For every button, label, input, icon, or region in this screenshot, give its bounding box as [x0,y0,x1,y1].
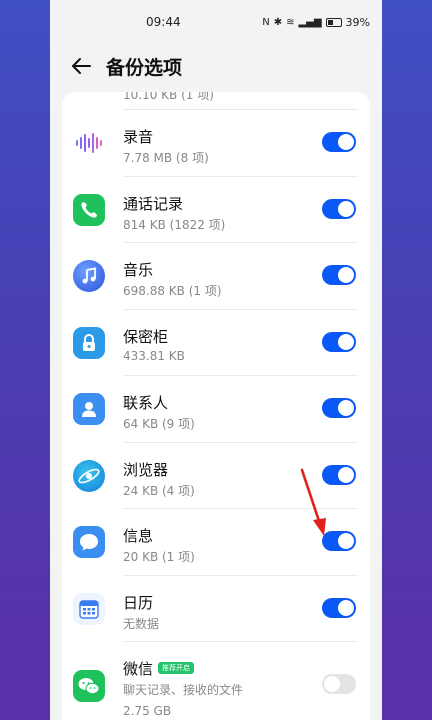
browser-icon [73,459,105,492]
item-size: 7.78 MB (8 项) [123,151,209,165]
item-size: 24 KB (4 项) [123,483,195,498]
messages-icon [73,526,105,558]
backup-toggle-voice-recorder[interactable] [322,132,356,152]
item-name: 通话记录 [123,194,184,213]
status-time: 09:44 [146,15,181,29]
battery-icon [325,17,342,27]
battery-percent: 39% [345,15,370,29]
list-item-music[interactable]: 音乐 698.88 KB (1 项) [62,243,370,310]
item-name: 保密柜 [123,327,169,346]
toggle-knob [338,599,354,616]
item-size: 433.81 KB [123,348,185,363]
item-description: 聊天记录、接收的文件 [123,683,244,697]
safe-lock-icon [73,326,105,359]
item-size: 814 KB (1822 项) [123,217,226,232]
toggle-knob [338,333,354,350]
list-item-messages[interactable]: 信息 20 KB (1 项) [62,509,370,576]
item-size: 无数据 [123,616,160,631]
backup-toggle-calendar[interactable] [322,597,356,618]
item-size: 2.75 GB [123,704,172,718]
item-name: 录音 [123,128,154,146]
item-name: 浏览器 [123,460,169,479]
bluetooth-icon: ✱ [273,16,283,28]
toggle-knob [324,676,340,692]
recommend-badge: 推荐开启 [158,661,195,674]
backup-options-list: 10.10 KB (1 项) 录音 7.78 MB (8 项) 通话记录 814… [62,92,370,720]
toggle-knob [338,533,354,549]
music-icon [73,260,105,292]
toggle-knob [338,267,354,283]
wechat-name: 微信 [123,660,154,678]
list-item-call-log[interactable]: 通话记录 814 KB (1822 项) [62,177,370,243]
item-name: 信息 [123,527,154,545]
list-item-partial: 10.10 KB (1 项) [62,92,370,110]
item-name: 日历 [123,593,154,612]
partial-item-size: 10.10 KB (1 项) [123,92,214,102]
status-bar: 09:44 N ✱ ≋ ▂▄▆ 39% [50,0,382,44]
backup-toggle-contacts[interactable] [322,398,356,418]
item-size: 64 KB (9 项) [123,417,195,431]
backup-toggle-messages[interactable] [322,531,356,551]
list-item-browser[interactable]: 浏览器 24 KB (4 项) [62,443,370,509]
item-name: 音乐 [123,261,154,279]
list-item-safe[interactable]: 保密柜 433.81 KB [62,310,370,376]
item-name: 微信 推荐开启 [123,658,195,679]
voice-recorder-icon [73,127,105,159]
list-item-contacts[interactable]: 联系人 64 KB (9 项) [62,376,370,443]
list-item-voice-recorder[interactable]: 录音 7.78 MB (8 项) [62,110,370,177]
list-item-calendar[interactable]: 日历 无数据 [62,576,370,642]
backup-toggle-music[interactable] [322,265,356,285]
item-size: 20 KB (1 项) [123,550,195,564]
nfc-icon: N [262,16,270,28]
signal-icon: ▂▄▆ [298,16,322,28]
backup-toggle-safe[interactable] [322,331,356,352]
item-name: 联系人 [123,394,169,412]
backup-toggle-wechat[interactable] [322,674,356,694]
header: 备份选项 [50,44,382,88]
backup-toggle-browser[interactable] [322,464,356,485]
page-title: 备份选项 [106,56,183,79]
wechat-icon [73,670,105,702]
contacts-icon [73,393,105,425]
back-arrow-icon[interactable] [70,55,92,77]
status-icons: N ✱ ≋ ▂▄▆ 39% [262,16,370,29]
toggle-knob [338,466,354,483]
phone-screen: 09:44 N ✱ ≋ ▂▄▆ 39% 备份选项 10.10 KB (1 项) [50,0,382,720]
toggle-knob [338,400,354,416]
list-item-wechat[interactable]: 微信 推荐开启 聊天记录、接收的文件 2.75 GB [62,642,370,720]
item-size: 698.88 KB (1 项) [123,284,222,298]
wifi-icon: ≋ [286,16,295,28]
calendar-icon [73,592,105,625]
toggle-knob [338,134,354,150]
phone-icon [73,193,105,226]
backup-toggle-call-log[interactable] [322,198,356,219]
toggle-knob [338,200,354,217]
